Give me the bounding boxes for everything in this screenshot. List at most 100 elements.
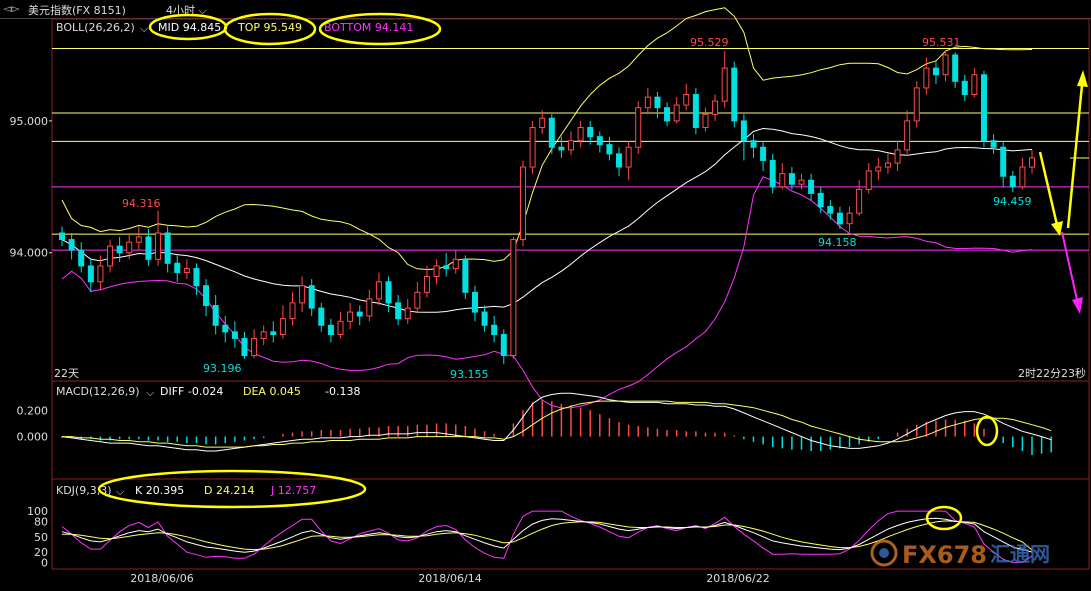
candle <box>164 226 171 273</box>
boll-top-line <box>61 7 1033 271</box>
candle-body <box>500 333 507 357</box>
macd-dea-line <box>62 400 1052 448</box>
chevron-down-icon[interactable]: ⌵ <box>140 22 149 35</box>
candle-body <box>423 275 430 293</box>
candle <box>174 255 181 282</box>
candle <box>664 102 671 127</box>
magenta-down-arrow <box>1061 231 1083 314</box>
candle-body <box>452 258 459 270</box>
candle-body <box>78 249 85 267</box>
highlight-circle-macd <box>975 415 999 447</box>
candle <box>155 210 162 266</box>
candle <box>990 134 997 154</box>
candle-body <box>577 126 584 142</box>
macd-dea-label: DEA 0.045 <box>243 385 301 398</box>
candle <box>961 74 968 102</box>
candle-body <box>942 54 949 76</box>
candle <box>423 265 430 298</box>
candle <box>279 305 286 339</box>
candle <box>856 180 863 216</box>
candle-body <box>126 241 133 254</box>
candle <box>404 298 411 324</box>
candle <box>625 140 632 181</box>
candle-body <box>587 126 594 138</box>
candle-body <box>107 245 114 267</box>
candle-body <box>510 239 517 357</box>
candle <box>529 120 536 174</box>
candle-body <box>548 117 555 148</box>
candle-body <box>846 212 853 225</box>
candle-body <box>68 239 75 251</box>
candle <box>808 173 815 200</box>
candle-body <box>664 107 671 122</box>
candle-body <box>462 258 469 293</box>
chevron-down-icon[interactable]: ⌵ <box>116 485 125 498</box>
candle-body <box>433 265 440 277</box>
chevron-down-icon[interactable]: ⌵ <box>146 386 155 399</box>
candle <box>308 279 315 317</box>
candle-body <box>827 206 834 214</box>
macd-series: 0.200 0.000 <box>17 392 1052 455</box>
candle-body <box>673 104 680 122</box>
axis-ticks: 95.000 94.000 <box>10 115 52 260</box>
candle-body <box>1019 166 1026 188</box>
candle-body <box>980 74 987 142</box>
candle-body <box>971 74 978 96</box>
kdj-k-line <box>61 517 1033 553</box>
candle-body <box>654 96 661 109</box>
candle <box>558 136 565 158</box>
candle <box>222 316 229 343</box>
macd-indicator-label[interactable]: MACD(12,26,9) <box>56 385 140 398</box>
candle <box>952 52 959 88</box>
candle <box>135 226 142 251</box>
candle-body <box>414 291 421 309</box>
x-date-1: 2018/06/06 <box>130 572 193 585</box>
candle-body <box>404 307 411 320</box>
candle <box>251 329 258 359</box>
candle-body <box>481 311 488 326</box>
candle-body <box>375 281 382 300</box>
candle-body <box>769 159 776 188</box>
candle-body <box>356 311 363 317</box>
candle <box>654 91 661 119</box>
candle <box>904 110 911 154</box>
boll-top-label: TOP 95.549 <box>237 21 302 34</box>
annotation-high-2: 95.531 <box>922 36 961 49</box>
candle-body <box>952 54 959 82</box>
boll-indicator-label[interactable]: BOLL(26,26,2) <box>56 21 135 34</box>
kdj-d-label: D 24.214 <box>204 484 254 497</box>
candle-body <box>558 146 565 151</box>
kdj-d-line <box>62 520 1033 551</box>
candle <box>452 250 459 274</box>
macd-diff-label: DIFF -0.024 <box>160 385 223 398</box>
candle-body <box>808 179 815 194</box>
candle-body <box>260 331 267 339</box>
candle <box>366 289 373 322</box>
candle-body <box>231 331 238 339</box>
candle-body <box>183 268 190 274</box>
candle-body <box>596 136 603 146</box>
candlestick-series <box>59 50 1035 365</box>
candle-body <box>644 96 651 109</box>
candle <box>692 87 699 135</box>
candle <box>1000 140 1007 187</box>
candle <box>59 226 65 247</box>
candle <box>702 107 709 132</box>
fx678-watermark: FX678 汇通网 <box>870 539 1050 569</box>
candle-body <box>731 67 738 122</box>
kdj-indicator-label[interactable]: KDJ(9,3,3) <box>56 484 112 497</box>
annotation-high-1: 95.529 <box>690 36 729 49</box>
candle <box>577 120 584 148</box>
candle <box>606 136 613 161</box>
span-label: 22天 <box>54 367 79 380</box>
candle <box>433 259 440 285</box>
candle-body <box>337 320 344 335</box>
candle-body <box>702 113 709 128</box>
boll-mid-label: MID 94.845 <box>158 21 221 34</box>
price-tick-0: 95.000 <box>10 115 49 128</box>
candle-body <box>155 232 162 260</box>
candle-body <box>318 307 325 326</box>
candle-body <box>760 146 767 161</box>
candle <box>644 87 651 115</box>
candle-body <box>59 232 65 241</box>
